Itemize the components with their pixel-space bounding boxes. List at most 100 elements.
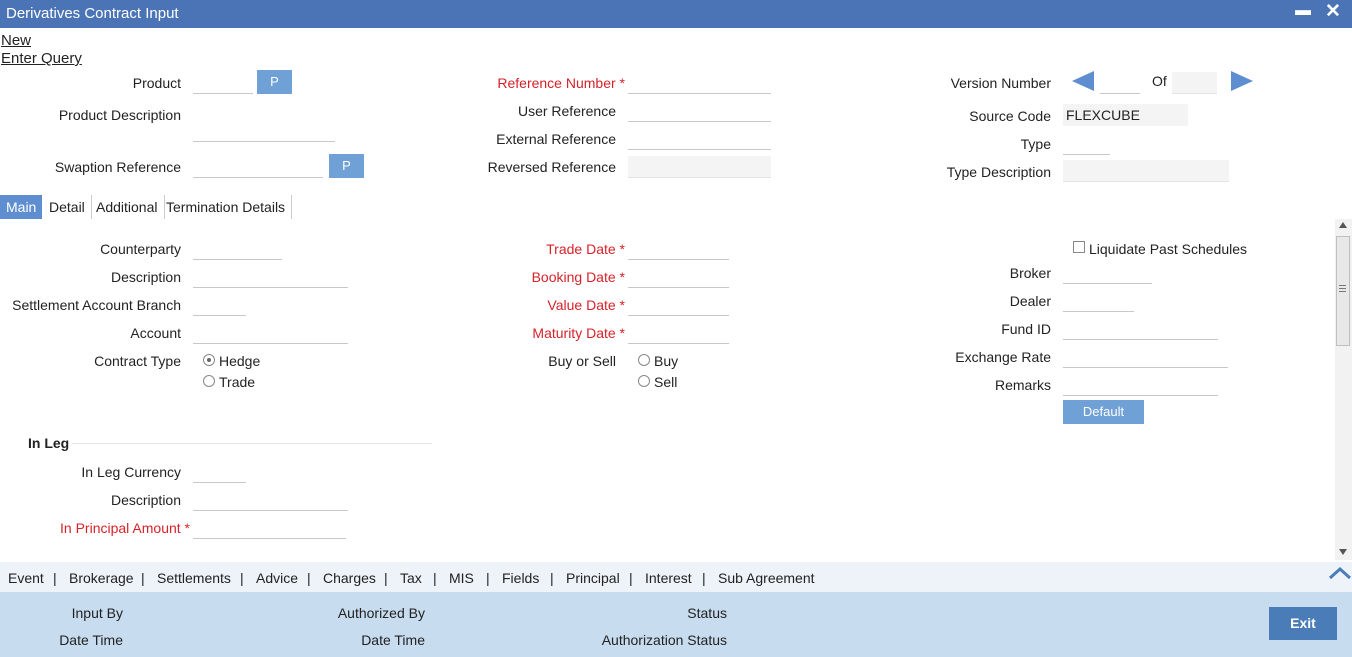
toolbar-separator: | <box>433 570 437 586</box>
product-description-input[interactable] <box>193 120 335 142</box>
account-input[interactable] <box>193 322 348 344</box>
buy-radio[interactable] <box>638 354 650 366</box>
toolbar-fields[interactable]: Fields <box>502 570 539 586</box>
type-description-label: Type Description <box>946 164 1051 180</box>
scroll-up-icon[interactable] <box>1339 222 1347 228</box>
product-input[interactable] <box>193 72 253 94</box>
broker-label: Broker <box>1009 265 1051 281</box>
in-leg-description-label: Description <box>110 492 181 508</box>
next-version-icon[interactable] <box>1231 71 1253 91</box>
input-by-label: Input By <box>71 605 123 621</box>
user-reference-input[interactable] <box>628 100 771 122</box>
version-number-label: Version Number <box>950 75 1051 91</box>
source-code-label: Source Code <box>969 108 1051 124</box>
type-input[interactable] <box>1063 133 1110 155</box>
fund-id-input[interactable] <box>1063 318 1218 340</box>
of-label: Of <box>1152 73 1167 89</box>
authorized-date-time-label: Date Time <box>361 632 425 648</box>
authorized-by-label: Authorized By <box>337 605 425 621</box>
settlement-account-branch-input[interactable] <box>193 294 246 316</box>
settlement-account-branch-label: Settlement Account Branch <box>12 297 181 313</box>
in-leg-divider <box>72 443 432 444</box>
trade-date-input[interactable] <box>628 238 729 260</box>
version-number-input[interactable] <box>1100 72 1140 94</box>
contract-type-hedge-radio[interactable] <box>203 354 215 366</box>
toolbar-separator: | <box>702 570 706 586</box>
input-date-time-label: Date Time <box>59 632 123 648</box>
toolbar-mis[interactable]: MIS <box>449 570 474 586</box>
broker-input[interactable] <box>1063 262 1152 284</box>
value-date-input[interactable] <box>628 294 729 316</box>
previous-version-icon[interactable] <box>1072 71 1094 91</box>
toolbar-advice[interactable]: Advice <box>256 570 298 586</box>
source-code-value: FLEXCUBE <box>1063 104 1188 126</box>
booking-date-input[interactable] <box>628 266 729 288</box>
description-label: Description <box>110 269 181 285</box>
swaption-reference-input[interactable] <box>193 156 323 178</box>
reversed-reference-input <box>628 156 771 178</box>
booking-date-label: Booking Date * <box>531 269 625 285</box>
enter-query-link[interactable]: Enter Query <box>1 50 82 67</box>
in-leg-description-input[interactable] <box>193 489 348 511</box>
status-label: Status <box>687 605 727 621</box>
title-bar: Derivatives Contract Input ▬ ✕ <box>0 0 1352 28</box>
toolbar-separator: | <box>53 570 57 586</box>
tab-additional[interactable]: Additional <box>90 195 165 219</box>
total-versions-input <box>1172 72 1217 94</box>
dealer-input[interactable] <box>1063 290 1134 312</box>
counterparty-input[interactable] <box>193 238 282 260</box>
toolbar-principal[interactable]: Principal <box>566 570 620 586</box>
reference-number-label: Reference Number * <box>497 75 625 91</box>
toolbar-brokerage[interactable]: Brokerage <box>69 570 134 586</box>
trade-date-label: Trade Date * <box>546 241 625 257</box>
toolbar-sub-agreement[interactable]: Sub Agreement <box>718 570 815 586</box>
close-icon[interactable]: ✕ <box>1325 0 1341 23</box>
maturity-date-input[interactable] <box>628 322 729 344</box>
sell-label: Sell <box>654 374 678 390</box>
tab-main[interactable]: Main <box>0 195 43 219</box>
external-reference-input[interactable] <box>628 128 771 150</box>
window-title: Derivatives Contract Input <box>6 5 179 22</box>
authorization-status-label: Authorization Status <box>601 632 727 648</box>
dealer-label: Dealer <box>1009 293 1051 309</box>
description-input[interactable] <box>193 266 348 288</box>
swaption-lookup-button[interactable]: P <box>329 154 364 178</box>
chevron-up-icon[interactable] <box>1328 565 1352 581</box>
exchange-rate-input[interactable] <box>1063 346 1228 368</box>
toolbar-separator: | <box>307 570 311 586</box>
toolbar-tax[interactable]: Tax <box>400 570 422 586</box>
product-label: Product <box>132 75 181 91</box>
tab-detail[interactable]: Detail <box>43 195 92 219</box>
toolbar-settlements[interactable]: Settlements <box>157 570 231 586</box>
toolbar-separator: | <box>384 570 388 586</box>
scroll-down-icon[interactable] <box>1339 549 1347 555</box>
user-reference-label: User Reference <box>517 103 616 119</box>
remarks-input[interactable] <box>1063 374 1218 396</box>
account-label: Account <box>130 325 181 341</box>
product-lookup-button[interactable]: P <box>257 70 292 94</box>
buy-or-sell-label: Buy or Sell <box>548 353 616 369</box>
type-label: Type <box>1020 136 1051 152</box>
exit-button[interactable]: Exit <box>1269 607 1337 640</box>
in-leg-currency-input[interactable] <box>193 461 246 483</box>
reference-number-input[interactable] <box>628 72 771 94</box>
reversed-reference-label: Reversed Reference <box>487 159 616 175</box>
toolbar-separator: | <box>629 570 633 586</box>
scrollbar-thumb[interactable] <box>1336 236 1350 346</box>
contract-type-label: Contract Type <box>94 353 181 369</box>
sell-radio[interactable] <box>638 375 650 387</box>
toolbar-charges[interactable]: Charges <box>323 570 376 586</box>
minimize-icon[interactable]: ▬ <box>1295 2 1311 20</box>
toolbar-event[interactable]: Event <box>8 570 44 586</box>
new-link[interactable]: New <box>1 32 31 49</box>
toolbar-interest[interactable]: Interest <box>645 570 692 586</box>
tab-termination-details[interactable]: Termination Details <box>160 195 293 219</box>
in-leg-title: In Leg <box>28 435 70 451</box>
liquidate-past-schedules-checkbox[interactable] <box>1073 241 1085 253</box>
contract-type-trade-radio[interactable] <box>203 375 215 387</box>
in-principal-amount-input[interactable] <box>193 517 346 539</box>
default-button[interactable]: Default <box>1063 400 1144 424</box>
contract-type-trade-label: Trade <box>219 374 256 390</box>
toolbar-separator: | <box>550 570 554 586</box>
counterparty-label: Counterparty <box>100 241 181 257</box>
